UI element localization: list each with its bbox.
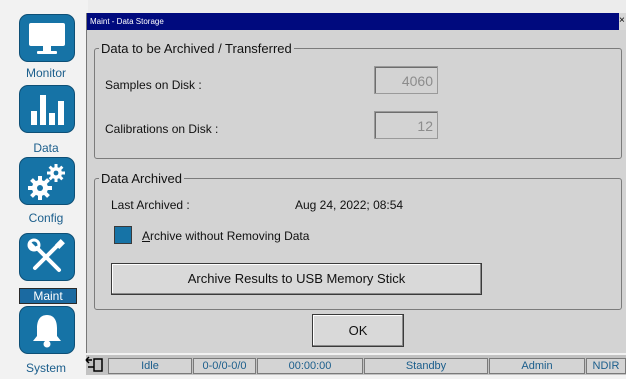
- gears-icon: [19, 157, 75, 205]
- status-user: Admin: [489, 358, 585, 374]
- checkbox-label-accelerator: A: [142, 229, 151, 243]
- samples-label: Samples on Disk :: [105, 78, 202, 92]
- archive-transfer-legend: Data to be Archived / Transferred: [101, 41, 292, 56]
- dialog-title: Maint - Data Storage: [90, 17, 164, 26]
- archive-without-removing-checkbox[interactable]: [114, 226, 132, 244]
- samples-value: 4060: [374, 66, 438, 94]
- nav-label-maint: Maint: [19, 288, 77, 304]
- monitor-icon: [19, 14, 75, 62]
- archive-to-usb-button[interactable]: Archive Results to USB Memory Stick: [111, 263, 482, 295]
- dialog-titlebar: Maint - Data Storage ×: [87, 13, 626, 30]
- data-storage-dialog: Maint - Data Storage × Data to be Archiv…: [86, 13, 626, 353]
- ok-button[interactable]: OK: [312, 314, 404, 347]
- archive-transfer-group: Data to be Archived / Transferred Sample…: [94, 41, 622, 159]
- archive-without-removing-label: Archive without Removing Data: [142, 229, 309, 243]
- status-time: 00:00:00: [257, 358, 363, 374]
- status-bar: Idle 0-0/0-0/0 00:00:00 Standby Admin ND…: [84, 355, 626, 375]
- status-mode: Standby: [364, 358, 488, 374]
- nav-label-data: Data: [33, 141, 59, 155]
- last-archived-value: Aug 24, 2022; 08:54: [295, 198, 404, 212]
- status-detector: NDIR: [586, 358, 626, 374]
- side-nav: Monitor Data Config Maint System: [0, 0, 88, 375]
- data-archived-legend: Data Archived: [101, 171, 182, 186]
- bar-chart-icon: [19, 85, 75, 133]
- window-top-strip: [86, 0, 626, 14]
- close-icon[interactable]: ×: [619, 13, 626, 30]
- network-status-icon: [84, 356, 104, 374]
- tools-icon: [19, 233, 75, 281]
- nav-label-config: Config: [28, 211, 64, 225]
- bell-icon: [19, 306, 75, 354]
- last-archived-label: Last Archived :: [111, 198, 190, 212]
- status-state: Idle: [108, 358, 192, 374]
- calibrations-value: 12: [374, 111, 438, 139]
- nav-label-monitor: Monitor: [25, 66, 66, 80]
- checkbox-label-text: rchive without Removing Data: [150, 229, 310, 243]
- data-archived-group: Data Archived Last Archived : Aug 24, 20…: [94, 171, 622, 310]
- nav-label-system: System: [25, 361, 66, 375]
- calibrations-label: Calibrations on Disk :: [105, 122, 219, 136]
- status-counter: 0-0/0-0/0: [193, 358, 256, 374]
